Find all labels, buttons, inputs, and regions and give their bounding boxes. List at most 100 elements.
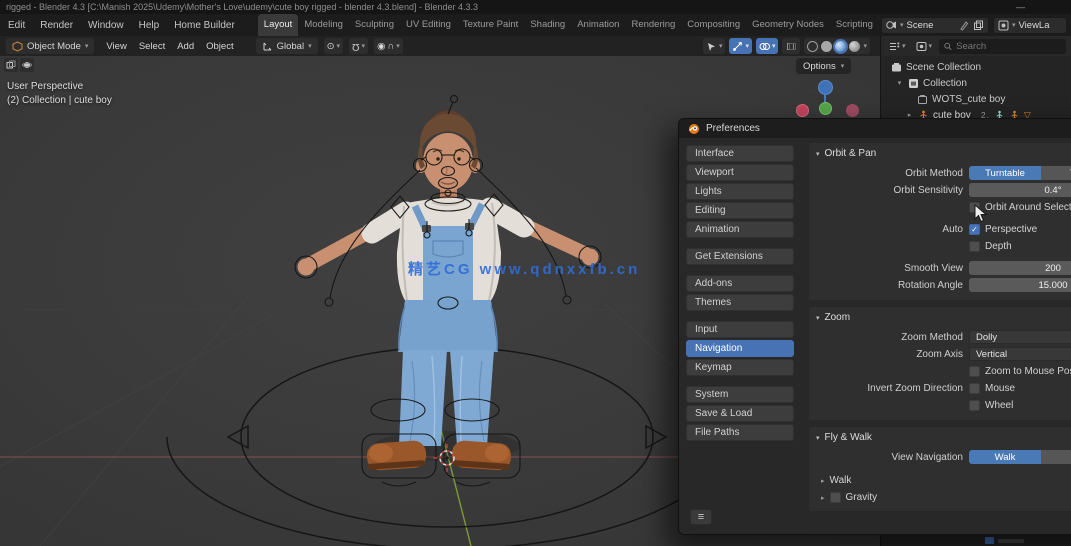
shading-solid-button[interactable] (821, 40, 833, 52)
gizmo-z-axis[interactable] (818, 80, 833, 95)
panel-orbit-pan-header[interactable]: ▾ Orbit & Pan (809, 143, 1071, 165)
orbit-method-segmented: Turntable Trackball (969, 166, 1071, 180)
chevron-down-icon: ▾ (361, 43, 366, 50)
menu-add[interactable]: Add (177, 41, 194, 52)
tab-layout[interactable]: Layout (257, 14, 299, 36)
subpanel-gravity[interactable]: ▸ Gravity (809, 488, 1071, 505)
preferences-menu-button[interactable]: ≡ (690, 509, 712, 525)
zoom-to-mouse-checkbox[interactable] (969, 365, 980, 377)
tab-modeling[interactable]: Modeling (298, 14, 349, 36)
tab-compositing[interactable]: Compositing (681, 14, 746, 36)
character-cute-boy[interactable] (297, 110, 599, 471)
tab-scripting[interactable]: Scripting (830, 14, 879, 36)
rotation-angle-slider[interactable]: 15.000 (969, 278, 1071, 292)
outliner-filter-dropdown[interactable]: ▾ (913, 38, 936, 54)
tab-animation[interactable]: Animation (571, 14, 625, 36)
preferences-titlebar[interactable]: Preferences (679, 119, 1071, 138)
tab-shading[interactable]: Shading (524, 14, 571, 36)
subpanel-walk[interactable]: ▸ Walk (809, 471, 1071, 488)
proportional-editing-toggle[interactable]: ◉ ∩ ▾ (374, 38, 403, 54)
invert-zoom-wheel-checkbox[interactable] (969, 399, 980, 411)
menu-select[interactable]: Select (139, 41, 165, 52)
expand-down-icon[interactable]: ▾ (895, 79, 904, 87)
viewport-mode-icon[interactable] (20, 58, 34, 72)
snap-toggle[interactable]: Ω ▾ (349, 38, 369, 54)
collection-checkbox-icon[interactable] (908, 78, 919, 89)
editor-type-icon[interactable] (4, 58, 18, 72)
tab-uv-editing[interactable]: UV Editing (400, 14, 457, 36)
sidebar-item-interface[interactable]: Interface (686, 145, 794, 162)
search-input[interactable] (956, 40, 1061, 52)
sidebar-item-keymap[interactable]: Keymap (686, 359, 794, 376)
auto-depth-checkbox[interactable] (969, 240, 980, 252)
panel-zoom-header[interactable]: ▾ Zoom (809, 307, 1071, 329)
menu-view[interactable]: View (106, 41, 126, 52)
outliner-row-scene-collection[interactable]: Scene Collection (881, 59, 1071, 75)
overlays-toggle-active[interactable]: ▾ (755, 38, 779, 54)
orbit-sensitivity-slider[interactable]: 0.4° (969, 183, 1071, 197)
menu-edit[interactable]: Edit (8, 20, 25, 31)
chevron-down-icon: ▾ (863, 43, 867, 50)
invert-zoom-mouse-checkbox[interactable] (969, 382, 980, 394)
panel-fly-walk-header[interactable]: ▾ Fly & Walk (809, 427, 1071, 449)
sidebar-item-viewport[interactable]: Viewport (686, 164, 794, 181)
sidebar-item-lights[interactable]: Lights (686, 183, 794, 200)
menu-window[interactable]: Window (88, 20, 124, 31)
zoom-axis-dropdown[interactable]: Vertical (969, 347, 1071, 361)
scene-selector[interactable]: ▾ Scene (881, 16, 989, 34)
outliner-search-box[interactable] (939, 38, 1066, 54)
shading-material-button-active[interactable] (835, 40, 847, 52)
shading-rendered-button[interactable] (849, 40, 861, 52)
zoom-method-dropdown[interactable]: Dolly (969, 330, 1071, 344)
sidebar-item-file-paths[interactable]: File Paths (686, 424, 794, 441)
menu-render[interactable]: Render (40, 20, 73, 31)
sidebar-item-add-ons[interactable]: Add-ons (686, 275, 794, 292)
smooth-view-slider[interactable]: 200 (969, 261, 1071, 275)
expand-down-icon: ▾ (816, 314, 820, 322)
new-scene-icon[interactable] (959, 20, 970, 31)
shading-wireframe-button[interactable] (807, 40, 819, 52)
row-view-navigation: View Navigation Walk Fly (809, 449, 1071, 465)
object-mode-dropdown[interactable]: Object Mode ▾ (6, 38, 95, 54)
copy-scene-icon[interactable] (973, 20, 984, 31)
outliner-row-wots-cute-boy[interactable]: WOTS_cute boy (881, 91, 1071, 107)
field-label: Auto (942, 223, 963, 235)
orbit-method-turntable-selected[interactable]: Turntable (969, 166, 1041, 180)
outliner-display-mode-dropdown[interactable]: ▾ (886, 38, 909, 54)
sidebar-item-system[interactable]: System (686, 386, 794, 403)
sidebar-item-save-load[interactable]: Save & Load (686, 405, 794, 422)
gizmo-toggle-active[interactable]: ▾ (729, 38, 752, 54)
options-dropdown[interactable]: Options ▾ (796, 58, 852, 74)
preferences-sidebar: Interface Viewport Lights Editing Animat… (679, 138, 801, 534)
transform-orientation-dropdown[interactable]: Global ▾ (255, 38, 318, 54)
sidebar-item-themes[interactable]: Themes (686, 294, 794, 311)
view-layer-selector[interactable]: ▾ ViewLa (993, 16, 1067, 34)
auto-perspective-checkbox-checked[interactable]: ✓ (969, 223, 980, 235)
sidebar-item-get-extensions[interactable]: Get Extensions (686, 248, 794, 265)
sidebar-item-editing[interactable]: Editing (686, 202, 794, 219)
view-navigation-walk-selected[interactable]: Walk (969, 450, 1041, 464)
preferences-window[interactable]: Preferences Interface Viewport Lights Ed… (678, 118, 1071, 535)
sidebar-item-input[interactable]: Input (686, 321, 794, 338)
sidebar-item-animation[interactable]: Animation (686, 221, 794, 238)
tab-geometry-nodes[interactable]: Geometry Nodes (746, 14, 830, 36)
menu-object[interactable]: Object (206, 41, 233, 52)
menu-home-builder[interactable]: Home Builder (174, 20, 235, 31)
minimize-button[interactable]: — (1016, 0, 1025, 14)
orbit-method-trackball[interactable]: Trackball (1041, 166, 1071, 180)
pivot-point-dropdown[interactable]: ⊙ ▾ (323, 38, 344, 54)
sidebar-item-navigation-active[interactable]: Navigation (686, 340, 794, 357)
show-gizmos-dropdown[interactable]: ▾ (702, 38, 726, 54)
xray-toggle[interactable] (782, 38, 801, 54)
outliner-row-collection[interactable]: ▾ Collection (881, 75, 1071, 91)
tab-rendering[interactable]: Rendering (625, 14, 681, 36)
menu-help[interactable]: Help (139, 20, 160, 31)
gizmo-y-axis[interactable] (819, 102, 832, 115)
view-navigation-fly[interactable]: Fly (1041, 450, 1071, 464)
gizmo-x-axis[interactable] (796, 104, 809, 117)
tab-sculpting[interactable]: Sculpting (349, 14, 400, 36)
tab-texture-paint[interactable]: Texture Paint (457, 14, 524, 36)
chevron-down-icon: ▾ (928, 43, 933, 50)
gizmo-x-axis-neg[interactable] (846, 104, 859, 117)
gravity-checkbox[interactable] (829, 492, 841, 503)
